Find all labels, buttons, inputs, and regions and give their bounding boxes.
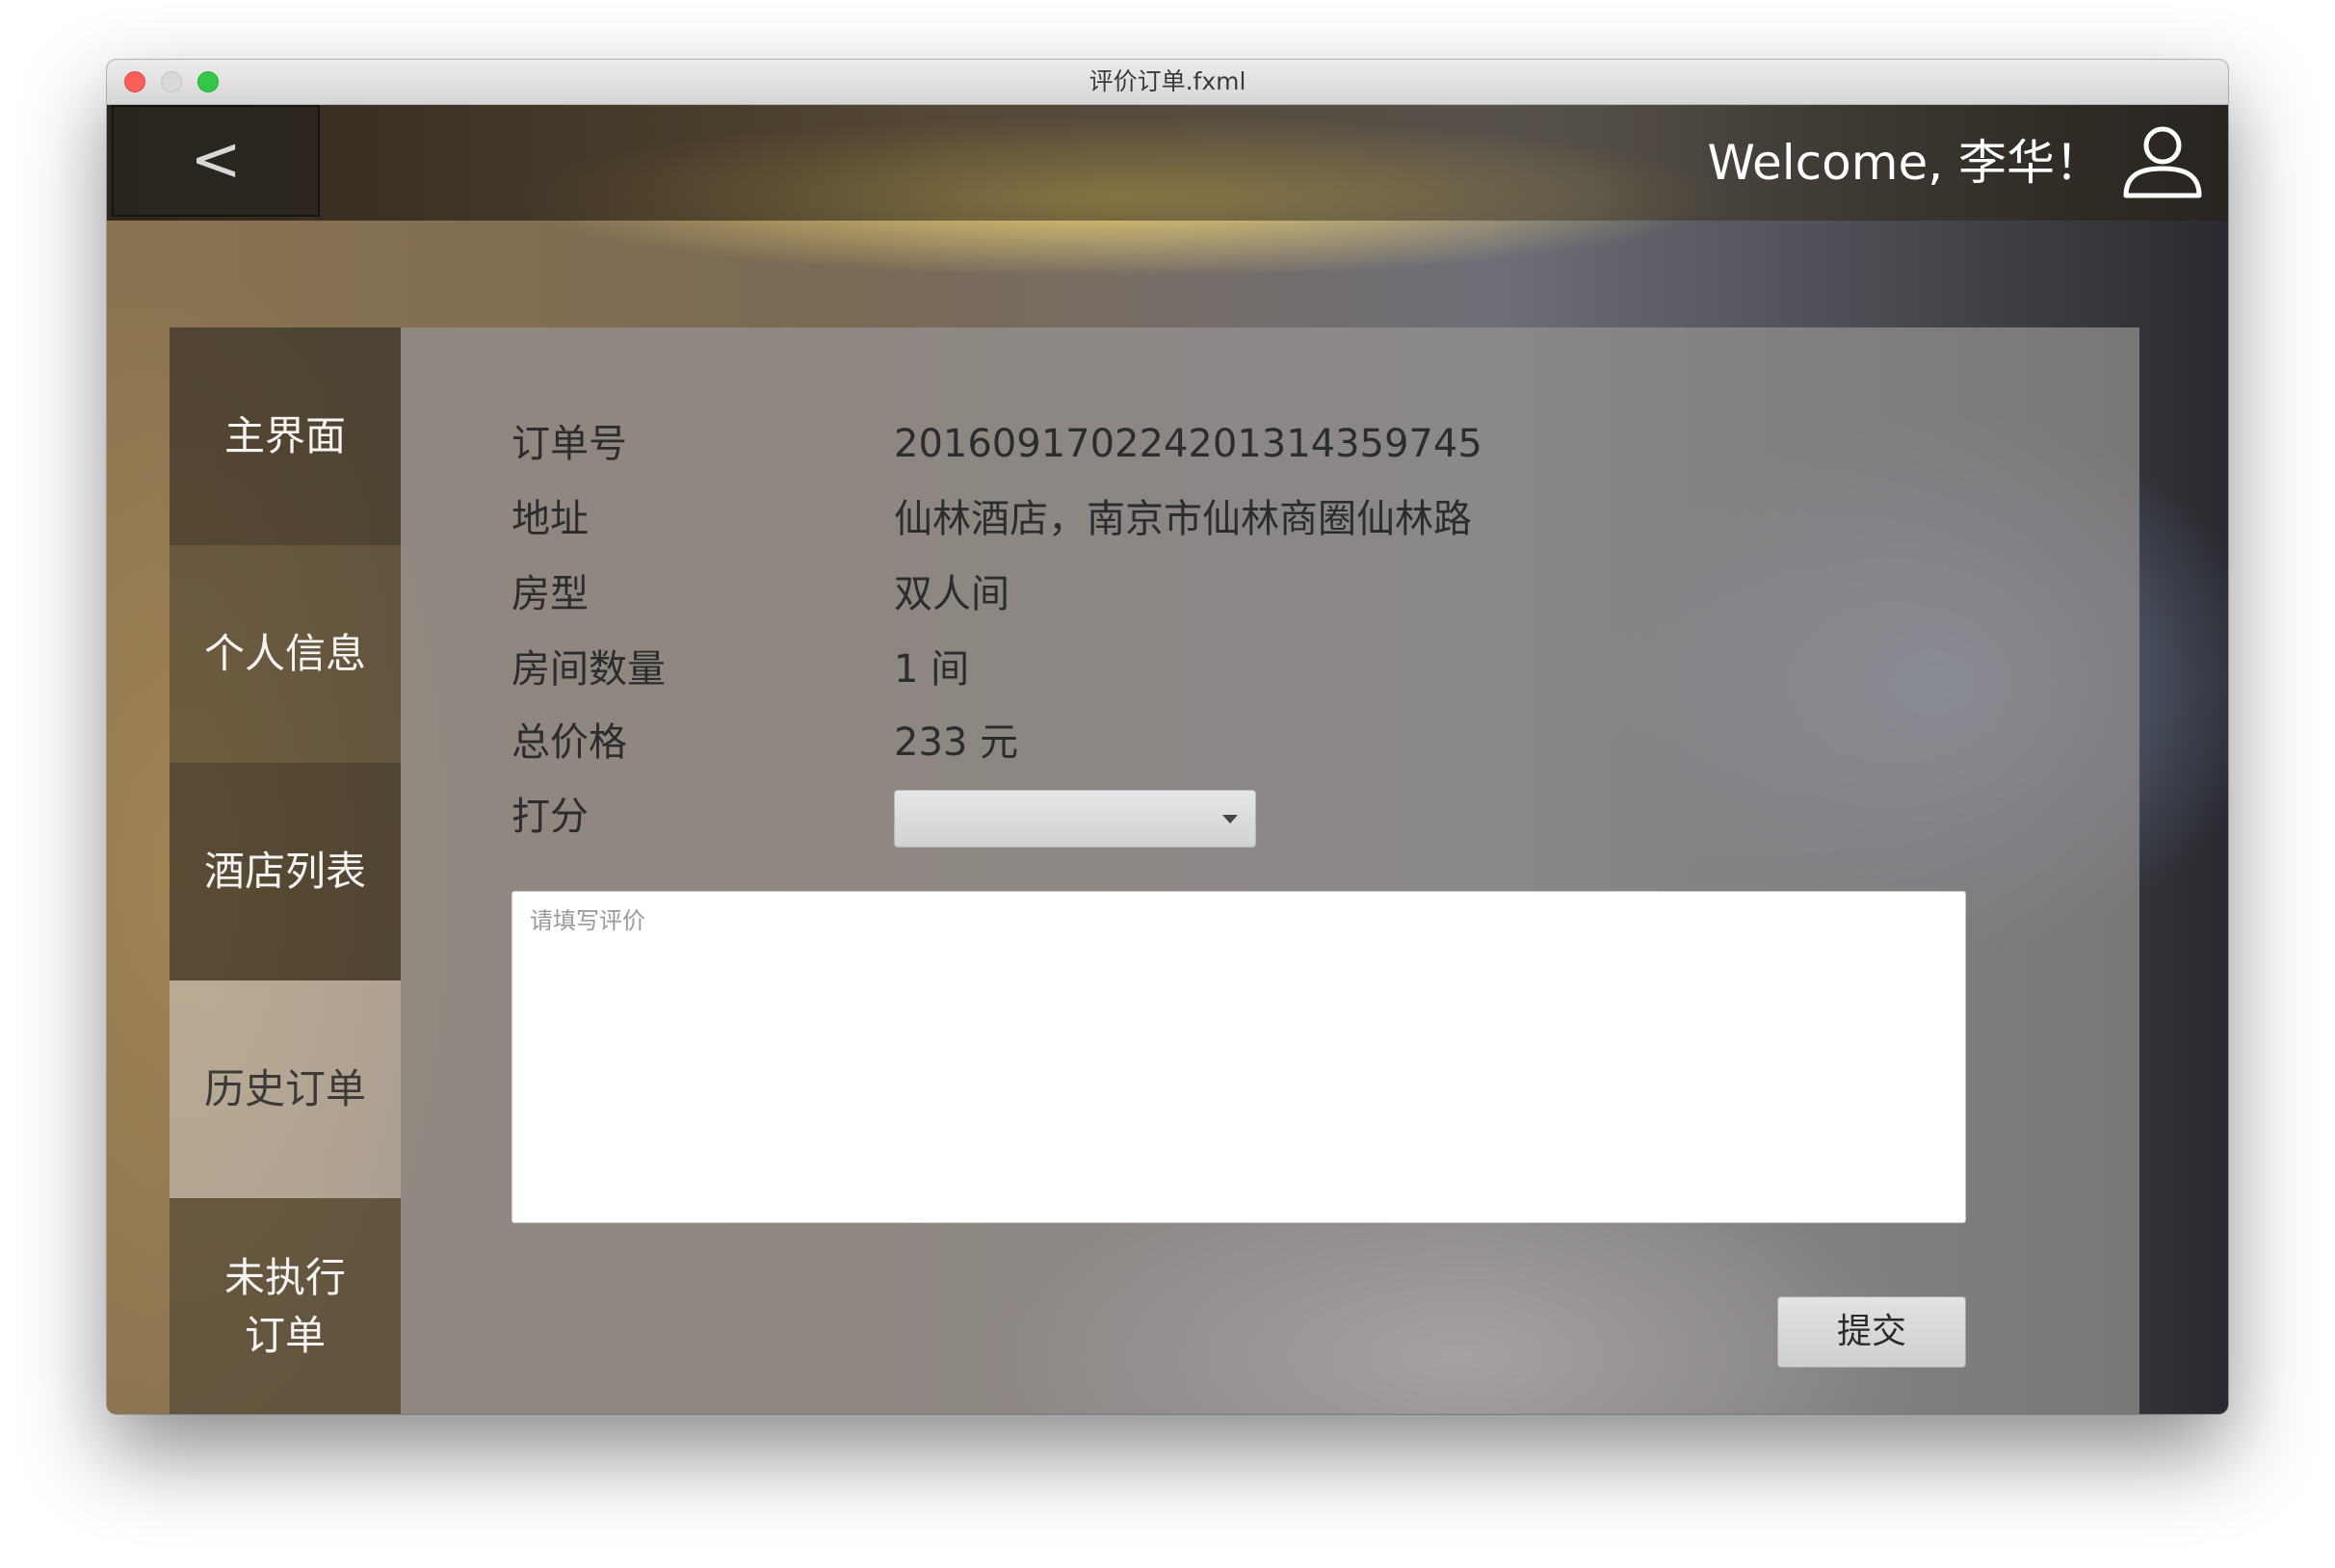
app-content: < Welcome, 李华！ 主界面 个人信息 酒店列表 历史订单 未执行 订单 [107,105,2228,1414]
sidebar-item-profile[interactable]: 个人信息 [170,545,401,763]
welcome-text: Welcome, 李华！ [1707,135,2104,191]
total-price-label: 总价格 [512,720,627,765]
sidebar-item-label: 酒店列表 [203,848,366,895]
sidebar-item-label: 历史订单 [203,1065,366,1112]
sidebar-item-label: 主界面 [223,412,346,459]
room-count-label: 房间数量 [512,647,666,692]
sidebar-item-label: 未执行 订单 [223,1254,346,1359]
room-type-value: 双人间 [894,572,1010,616]
user-icon[interactable] [2118,118,2207,207]
back-button[interactable]: < [112,105,320,217]
sidebar-item-pending-orders[interactable]: 未执行 订单 [170,1198,401,1414]
address-label: 地址 [512,497,589,541]
sidebar-item-label: 个人信息 [203,630,366,677]
sidebar-item-home[interactable]: 主界面 [170,327,401,545]
order-number-value: 2016091702242013143597​45 [894,422,1482,466]
address-value: 仙林酒店，南京市仙林商圈仙林路 [894,497,1472,541]
app-window: 评价订单.fxml < Welcome, 李华！ 主界面 个人信息 酒店列表 历… [107,60,2228,1414]
sidebar-item-hotel-list[interactable]: 酒店列表 [170,763,401,980]
rating-select[interactable] [894,790,1256,848]
room-count-value: 1 间 [894,647,970,692]
review-textarea[interactable] [512,891,1966,1223]
sidebar-item-order-history[interactable]: 历史订单 [170,980,401,1198]
sidebar-nav: 主界面 个人信息 酒店列表 历史订单 未执行 订单 [170,327,401,1414]
title-bar: 评价订单.fxml [107,60,2228,105]
window-title: 评价订单.fxml [1089,67,1246,95]
top-bar: < Welcome, 李华！ [107,105,2228,221]
chevron-down-icon [1222,815,1238,823]
total-price-value: 233 元 [894,720,1019,765]
room-type-label: 房型 [512,572,589,616]
order-number-label: 订单号 [512,422,627,466]
rating-label: 打分 [512,795,589,839]
review-order-panel: 订单号 2016091702242013143597​45 地址 仙林酒店，南京… [401,327,2139,1414]
submit-button[interactable]: 提交 [1777,1296,1966,1368]
